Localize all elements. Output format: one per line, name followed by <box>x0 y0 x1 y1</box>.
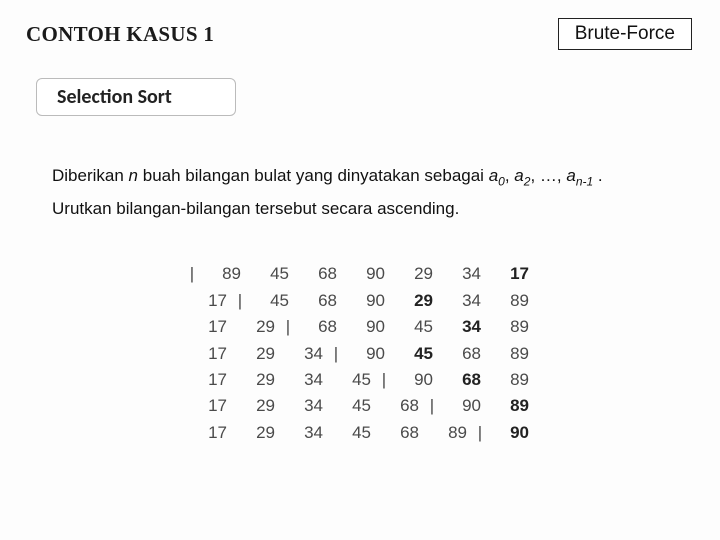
trace-cell: 89 <box>487 288 535 314</box>
divider-bar: | <box>233 288 247 314</box>
method-badge: Brute-Force <box>558 18 692 50</box>
trace-cell: 29 <box>233 367 281 393</box>
trace-row: 17293445|906889 <box>110 367 610 393</box>
trace-cell: 45 <box>391 314 439 340</box>
trace-cell: 34 <box>439 261 487 287</box>
trace-cell: 17 <box>185 420 233 446</box>
trace-cell: 34 <box>281 367 329 393</box>
trace-row: 1729344568|9089 <box>110 393 610 419</box>
divider-bar: | <box>185 261 199 287</box>
trace-cell: 90 <box>439 393 487 419</box>
problem-text: Diberikan n buah bilangan bulat yang din… <box>52 160 720 225</box>
divider-bar: | <box>329 341 343 367</box>
trace-cell: 68 <box>377 393 425 419</box>
trace-cell: 17 <box>185 367 233 393</box>
trace-cell: 29 <box>391 288 439 314</box>
trace-cell: 29 <box>391 261 439 287</box>
trace-cell: 29 <box>233 420 281 446</box>
trace-cell: 45 <box>247 261 295 287</box>
trace-cell: 34 <box>439 288 487 314</box>
title-number: 1 <box>203 22 214 46</box>
trace-cell: 29 <box>233 341 281 367</box>
trace-cell: 17 <box>185 314 233 340</box>
trace-cell: 17 <box>185 393 233 419</box>
trace-cell: 89 <box>425 420 473 446</box>
header-row: CONTOH KASUS 1 Brute-Force <box>0 0 720 50</box>
divider-bar: | <box>377 367 391 393</box>
title-prefix: CONTOH KASUS <box>26 22 203 46</box>
trace-cell: 90 <box>343 341 391 367</box>
trace-cell: 29 <box>233 314 281 340</box>
divider-bar: | <box>425 393 439 419</box>
trace-cell: 89 <box>487 393 535 419</box>
trace-row: |89456890293417 <box>110 261 610 287</box>
trace-cell: 17 <box>185 288 233 314</box>
problem-line-2: Urutkan bilangan-bilangan tersebut secar… <box>52 193 720 225</box>
trace-cell: 34 <box>439 314 487 340</box>
trace-cell: 34 <box>281 341 329 367</box>
trace-cell: 89 <box>487 341 535 367</box>
trace-cell: 90 <box>343 314 391 340</box>
trace-cell: 89 <box>487 314 535 340</box>
sort-trace-table: |8945689029341717|4568902934891729|68904… <box>110 261 610 445</box>
trace-row: 172934456889|90 <box>110 420 610 446</box>
trace-cell: 45 <box>329 367 377 393</box>
page-title: CONTOH KASUS 1 <box>26 22 214 47</box>
trace-cell: 45 <box>247 288 295 314</box>
trace-cell: 45 <box>329 420 377 446</box>
algorithm-tag: Selection Sort <box>36 78 236 116</box>
trace-cell: 34 <box>281 393 329 419</box>
trace-cell: 90 <box>343 261 391 287</box>
problem-line-1: Diberikan n buah bilangan bulat yang din… <box>52 160 720 193</box>
trace-cell: 68 <box>295 314 343 340</box>
trace-row: 172934|90456889 <box>110 341 610 367</box>
trace-cell: 68 <box>439 367 487 393</box>
trace-cell: 29 <box>233 393 281 419</box>
trace-cell: 17 <box>185 341 233 367</box>
trace-row: 17|456890293489 <box>110 288 610 314</box>
trace-cell: 68 <box>295 261 343 287</box>
trace-cell: 17 <box>487 261 535 287</box>
trace-cell: 45 <box>329 393 377 419</box>
trace-row: 1729|6890453489 <box>110 314 610 340</box>
trace-cell: 68 <box>377 420 425 446</box>
trace-cell: 90 <box>487 420 535 446</box>
trace-cell: 68 <box>295 288 343 314</box>
trace-cell: 34 <box>281 420 329 446</box>
trace-cell: 45 <box>391 341 439 367</box>
trace-cell: 90 <box>343 288 391 314</box>
trace-cell: 89 <box>199 261 247 287</box>
trace-cell: 90 <box>391 367 439 393</box>
divider-bar: | <box>281 314 295 340</box>
trace-cell: 68 <box>439 341 487 367</box>
divider-bar: | <box>473 420 487 446</box>
trace-cell: 89 <box>487 367 535 393</box>
